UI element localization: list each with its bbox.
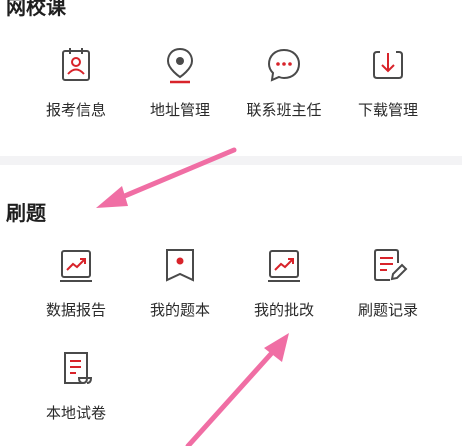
menu-item-label: 地址管理: [149, 101, 210, 119]
menu-item-label: 报考信息: [45, 101, 106, 119]
registration-card-icon: [62, 48, 90, 81]
chat-bubble-icon: [267, 48, 301, 82]
menu-item-label: 下载管理: [357, 101, 418, 119]
menu-item-local-paper[interactable]: 本地试卷: [21, 348, 131, 428]
menu-item-label: 我的批改: [253, 301, 314, 319]
menu-item-contact-teacher[interactable]: 联系班主任: [229, 45, 339, 125]
menu-item-practice-record[interactable]: 刷题记录: [333, 245, 443, 325]
bookmark-book-icon: [166, 249, 194, 282]
menu-item-label: 刷题记录: [357, 301, 418, 319]
edit-record-icon: [374, 249, 408, 281]
section-title-practice: 刷题: [6, 201, 46, 225]
menu-item-label: 本地试卷: [45, 404, 106, 422]
grading-icon: [268, 250, 300, 282]
section-divider: [0, 156, 462, 165]
annotation-arrow-to-grading: [185, 333, 289, 446]
menu-item-my-grading[interactable]: 我的批改: [229, 245, 339, 325]
menu-item-my-question-book[interactable]: 我的题本: [125, 245, 235, 325]
section-title-online-course: 网校课: [6, 0, 66, 19]
menu-item-label: 数据报告: [45, 301, 106, 319]
location-pin-icon: [166, 47, 194, 84]
menu-item-data-report[interactable]: 数据报告: [21, 245, 131, 325]
local-paper-icon: [64, 352, 93, 384]
menu-item-registration-info[interactable]: 报考信息: [21, 45, 131, 125]
menu-item-download-management[interactable]: 下载管理: [333, 45, 443, 125]
menu-item-label: 联系班主任: [246, 101, 322, 119]
data-report-icon: [60, 250, 92, 282]
download-icon: [373, 51, 403, 79]
menu-item-address-management[interactable]: 地址管理: [125, 45, 235, 125]
menu-item-label: 我的题本: [149, 301, 210, 319]
